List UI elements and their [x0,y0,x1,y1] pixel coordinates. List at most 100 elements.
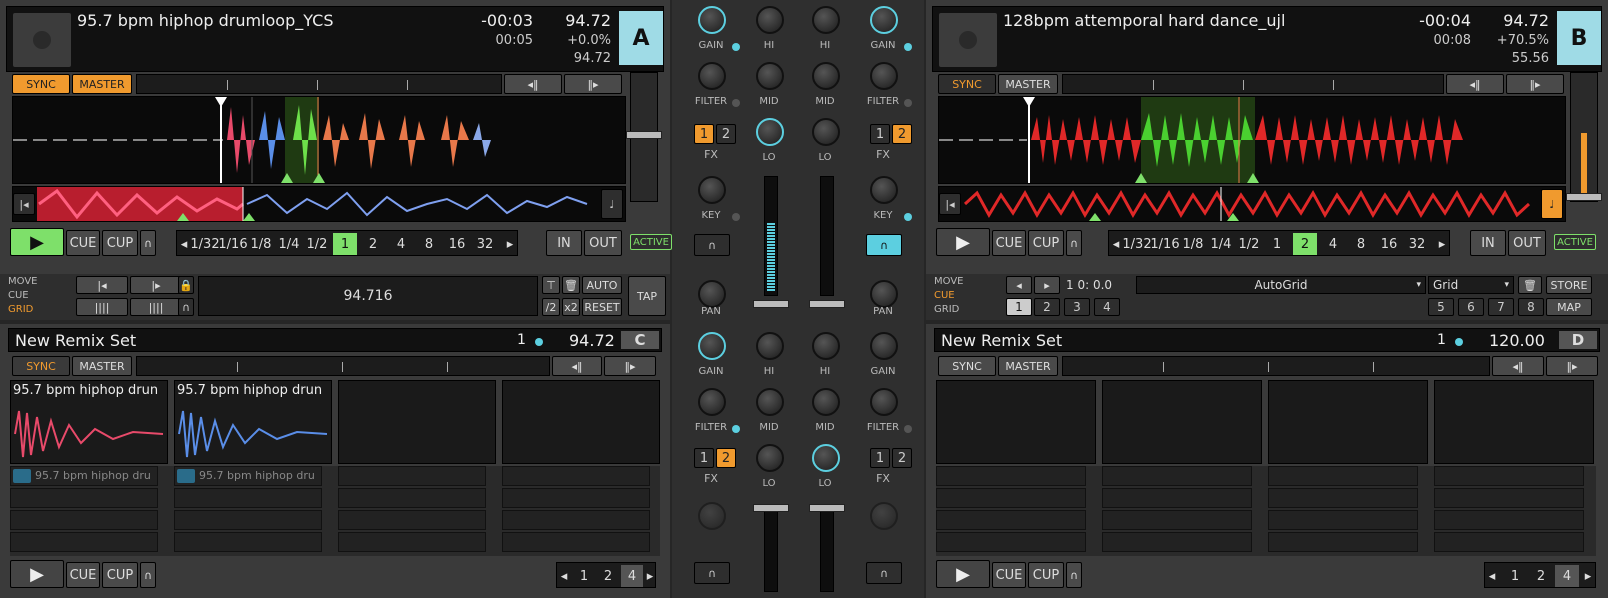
deck-c-sample-cell[interactable] [502,510,650,530]
deck-b-grid-select[interactable]: Grid ▾ [1428,276,1514,294]
mixer-b-fx1-button[interactable]: 1 [870,124,890,144]
deck-c-sample-cell[interactable] [338,466,486,486]
deck-a-loop-size[interactable]: 32 [471,231,499,257]
deck-c-page-next-icon[interactable]: ▸ [643,563,657,589]
deck-a-grid-expand-icon[interactable]: |||| [130,298,182,316]
deck-c-page[interactable]: 2 [597,563,619,589]
deck-b-trash-icon[interactable]: 🗑 [1518,276,1542,294]
deck-b-cup-button[interactable]: CUP [1028,230,1064,256]
mixer-c-lo-knob[interactable] [756,444,784,472]
deck-a-loop-size[interactable]: 1/2 [303,231,331,257]
deck-b-hotcue-3[interactable]: 3 [1064,298,1090,316]
deck-c-sample-cell[interactable] [338,488,486,508]
mixer-b-gain-knob[interactable] [870,6,898,34]
deck-b-master-button[interactable]: MASTER [998,74,1058,94]
deck-a-reset-button[interactable]: RESET [582,298,622,316]
deck-a-waveform[interactable] [12,96,626,184]
deck-c-beatjump-forward-button[interactable]: ‖▸ [604,356,656,376]
deck-a-cup-button[interactable]: CUP [102,230,138,256]
deck-d-master-button[interactable]: MASTER [998,356,1058,376]
mixer-c-filter-knob[interactable] [698,388,726,416]
mixer-a-pan-knob[interactable] [698,280,726,308]
mixer-c-filter-dot[interactable] [732,425,740,433]
deck-c-sample-cell[interactable] [338,510,486,530]
deck-b-sync-button[interactable]: SYNC [938,74,996,94]
deck-b-loop-size[interactable]: 1/8 [1179,231,1207,257]
deck-b-out-button[interactable]: OUT [1508,230,1546,256]
deck-c-sample-cell[interactable] [502,488,650,508]
deck-a-loop-size[interactable]: 4 [387,231,415,257]
deck-c-sample-cell[interactable] [502,532,650,552]
deck-a-loop-prev-icon[interactable]: ◂ [177,231,191,257]
deck-a-grid-compress-icon[interactable]: |||| [76,298,128,316]
deck-d-slot-2[interactable] [1102,380,1262,464]
deck-c-slot-1[interactable]: 95.7 bpm hiphop drun [10,380,168,464]
deck-d-page[interactable]: 2 [1529,563,1553,589]
deck-c-sample-cell-1[interactable]: 95.7 bpm hiphop dru [10,466,158,486]
deck-c-sample-cell[interactable] [502,466,650,486]
deck-b-bpm[interactable]: 94.72 [1503,11,1549,30]
deck-b-mode-move[interactable]: MOVE [934,276,963,287]
mixer-d-gain-knob[interactable] [870,332,898,360]
deck-a-mode-cue[interactable]: CUE [8,290,29,301]
deck-b-map-button[interactable]: MAP [1546,298,1592,316]
deck-a-play-button[interactable]: ▶ [10,228,64,256]
deck-a-beatjump-back-button[interactable]: ◂‖ [504,74,562,94]
deck-c-sample-cell[interactable] [174,488,322,508]
deck-b-loop-size[interactable]: 1/16 [1150,231,1179,257]
mixer-c-volume-fader[interactable] [753,504,789,512]
deck-b-flux-icon[interactable]: ∩ [1066,230,1082,256]
deck-b-loop-size[interactable]: 32 [1403,231,1431,257]
mixer-a-key-knob[interactable] [698,176,726,204]
deck-a-flux-icon[interactable]: ∩ [140,230,156,256]
mixer-a-headphone-cue-icon[interactable]: ∩ [694,234,730,256]
deck-b-cue-button[interactable]: CUE [992,230,1026,256]
mixer-b-pan-knob[interactable] [870,280,898,308]
deck-c-slot-4[interactable] [502,380,660,464]
mixer-c-mid-knob[interactable] [756,388,784,416]
deck-a-auto-button[interactable]: AUTO [582,276,622,294]
mixer-a-hi-knob[interactable] [756,6,784,34]
deck-a-stripe[interactable]: |◂ ♩ [12,186,626,222]
deck-b-loop-size-active[interactable]: 2 [1293,233,1317,255]
deck-a-sync-button[interactable]: SYNC [12,74,70,94]
deck-a-stripe-start-icon[interactable]: |◂ [13,193,35,215]
deck-d-sample-cell[interactable] [1102,466,1252,486]
mixer-d-filter-knob[interactable] [870,388,898,416]
mixer-c-gain-knob[interactable] [698,332,726,360]
deck-d-page-prev-icon[interactable]: ◂ [1485,563,1499,589]
deck-b-letter[interactable]: B [1557,11,1601,65]
deck-a-loop-size-active[interactable]: 1 [333,233,357,255]
deck-d-sample-cell[interactable] [936,510,1086,530]
deck-b-waveform[interactable] [938,96,1566,184]
deck-a-note-icon[interactable]: ♩ [601,189,623,219]
deck-a-lock-icon[interactable]: 🔒 [178,276,194,294]
deck-b-store-button[interactable]: STORE [1546,276,1592,294]
deck-a-loop-size[interactable]: 16 [443,231,471,257]
deck-a-trash-icon[interactable]: 🗑 [562,276,580,294]
deck-c-play-button[interactable]: ▶ [10,560,64,588]
deck-a-tap-button[interactable]: TAP [628,276,666,316]
deck-d-cue-button[interactable]: CUE [992,562,1026,588]
deck-b-mode-cue[interactable]: CUE [934,290,955,301]
mixer-d-hi-knob[interactable] [812,332,840,360]
deck-b-loop-size[interactable]: 1/2 [1235,231,1263,257]
deck-d-sample-cell[interactable] [1434,488,1584,508]
deck-a-cue-button[interactable]: CUE [66,230,100,256]
deck-b-loop-size[interactable]: 1 [1263,231,1291,257]
deck-b-active-button[interactable]: ACTIVE [1554,234,1596,250]
deck-a-loop-size[interactable]: 1/4 [275,231,303,257]
mixer-a-filter-knob[interactable] [698,62,726,90]
deck-a-loop-size[interactable]: 1/16 [218,231,247,257]
deck-c-page-active[interactable]: 4 [621,565,643,587]
deck-c-sync-button[interactable]: SYNC [12,356,70,376]
deck-b-stripe-start-icon[interactable]: |◂ [939,193,961,215]
mixer-d-lo-knob[interactable] [812,444,840,472]
deck-b-hotcue-7[interactable]: 7 [1488,298,1514,316]
mixer-b-lo-knob[interactable] [812,118,840,146]
mixer-b-fx2-button[interactable]: 2 [892,124,912,144]
deck-a-grid-left-icon[interactable]: |◂ [76,276,128,294]
deck-b-hotcue-5[interactable]: 5 [1428,298,1454,316]
deck-a-grid-right-icon[interactable]: |▸ [130,276,182,294]
deck-c-slot-2[interactable]: 95.7 bpm hiphop drun [174,380,332,464]
